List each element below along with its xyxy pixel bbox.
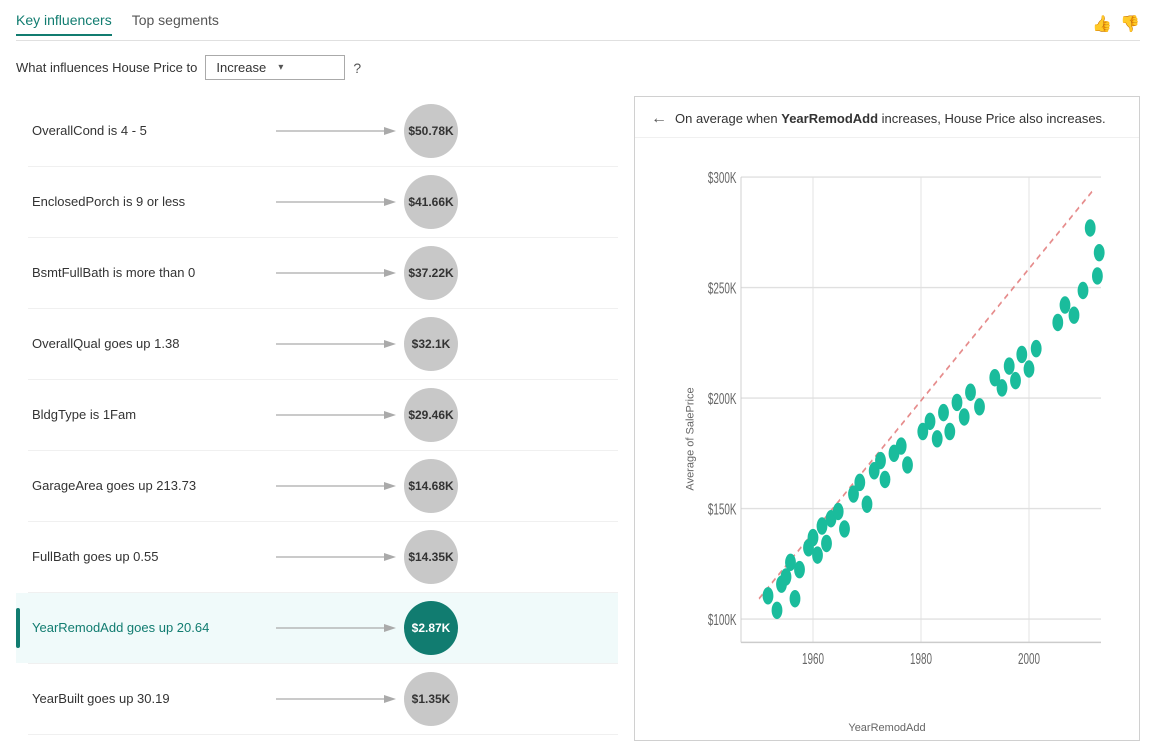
tab-key-influencers[interactable]: Key influencers (16, 12, 112, 36)
line-arrow (276, 549, 396, 565)
influencer-item-5[interactable]: BldgType is 1Fam $29.46K (16, 380, 618, 450)
influencer-label: EnclosedPorch is 9 or less (28, 193, 268, 211)
influencer-bubble: $50.78K (404, 104, 458, 158)
x-axis-label: YearRemodAdd (848, 722, 925, 734)
thumbs-down-icon[interactable]: 👎 (1120, 14, 1140, 34)
influencer-bubble: $14.68K (404, 459, 458, 513)
line-arrow (276, 407, 396, 423)
influencer-bubble: $14.35K (404, 530, 458, 584)
scatter-chart: $300K $250K $200K $150K $100K 1960 1980 … (705, 148, 1119, 701)
svg-text:2000: 2000 (1018, 649, 1040, 667)
chart-title: On average when YearRemodAdd increases, … (675, 109, 1106, 129)
influencer-bubble: $1.35K (404, 672, 458, 726)
main-container: Key influencers Top segments 👍 👎 What in… (0, 0, 1156, 753)
filter-label: What influences House Price to (16, 60, 197, 75)
tabs-row: Key influencers Top segments 👍 👎 (16, 12, 1140, 41)
influencer-item-4[interactable]: OverallQual goes up 1.38 $32.1K (16, 309, 618, 379)
influencer-item-1[interactable]: OverallCond is 4 - 5 $50.78K (16, 96, 618, 166)
svg-text:$150K: $150K (708, 499, 737, 517)
influencer-bubble: $29.46K (404, 388, 458, 442)
svg-text:$100K: $100K (708, 610, 737, 628)
svg-text:$200K: $200K (708, 389, 737, 407)
line-arrow (276, 123, 396, 139)
chevron-down-icon: ▾ (278, 62, 334, 73)
influencer-label: BldgType is 1Fam (28, 406, 268, 424)
line-arrow (276, 620, 396, 636)
influencer-item-8[interactable]: YearRemodAdd goes up 20.64 $2.87K (16, 593, 618, 663)
chart-title-prefix: On average when (675, 111, 781, 126)
separator (28, 734, 618, 735)
back-arrow-icon[interactable]: ← (651, 110, 667, 128)
svg-text:1960: 1960 (802, 649, 824, 667)
tab-top-segments[interactable]: Top segments (132, 12, 219, 36)
line-arrow (276, 194, 396, 210)
line-arrow (276, 336, 396, 352)
influencer-item-3[interactable]: BsmtFullBath is more than 0 $37.22K (16, 238, 618, 308)
influencer-item-9[interactable]: YearBuilt goes up 30.19 $1.35K (16, 664, 618, 734)
y-axis-label: Average of SalePrice (685, 387, 697, 490)
filter-dropdown[interactable]: Increase ▾ (205, 55, 345, 80)
influencer-label: GarageArea goes up 213.73 (28, 477, 268, 495)
line-arrow (276, 478, 396, 494)
influencers-list: OverallCond is 4 - 5 $50.78K EnclosedPorch… (16, 96, 626, 741)
influencer-label: FullBath goes up 0.55 (28, 548, 268, 566)
filter-row: What influences House Price to Increase … (16, 55, 1140, 80)
filter-value: Increase (216, 60, 272, 75)
influencer-item-6[interactable]: GarageArea goes up 213.73 $14.68K (16, 451, 618, 521)
svg-text:$300K: $300K (708, 168, 737, 186)
thumbs-up-icon[interactable]: 👍 (1092, 14, 1112, 34)
influencer-label: BsmtFullBath is more than 0 (28, 264, 268, 282)
influencer-label: YearRemodAdd goes up 20.64 (28, 619, 268, 637)
influencer-label: OverallQual goes up 1.38 (28, 335, 268, 353)
influencer-item-2[interactable]: EnclosedPorch is 9 or less $41.66K (16, 167, 618, 237)
main-content: OverallCond is 4 - 5 $50.78K EnclosedPorch… (16, 96, 1140, 741)
influencer-item-7[interactable]: FullBath goes up 0.55 $14.35K (16, 522, 618, 592)
chart-title-var: YearRemodAdd (781, 111, 878, 126)
chart-title-mid: increases, (878, 111, 944, 126)
chart-area: Average of SalePrice YearRemodAdd (635, 138, 1139, 741)
line-arrow (276, 691, 396, 707)
svg-text:$250K: $250K (708, 278, 737, 296)
influencer-label: OverallCond is 4 - 5 (28, 122, 268, 140)
influencer-label: YearBuilt goes up 30.19 (28, 690, 268, 708)
chart-title-target: House Price (945, 111, 1016, 126)
svg-text:1980: 1980 (910, 649, 932, 667)
line-arrow (276, 265, 396, 281)
tab-icons: 👍 👎 (1092, 14, 1140, 34)
help-icon[interactable]: ? (353, 60, 361, 76)
chart-panel: ← On average when YearRemodAdd increases… (634, 96, 1140, 741)
chart-title-suffix: also increases. (1015, 111, 1105, 126)
tabs-left: Key influencers Top segments (16, 12, 219, 36)
chart-header: ← On average when YearRemodAdd increases… (635, 97, 1139, 138)
influencer-bubble: $32.1K (404, 317, 458, 371)
influencer-bubble: $2.87K (404, 601, 458, 655)
influencer-bubble: $37.22K (404, 246, 458, 300)
influencer-bubble: $41.66K (404, 175, 458, 229)
selected-indicator (16, 608, 20, 648)
